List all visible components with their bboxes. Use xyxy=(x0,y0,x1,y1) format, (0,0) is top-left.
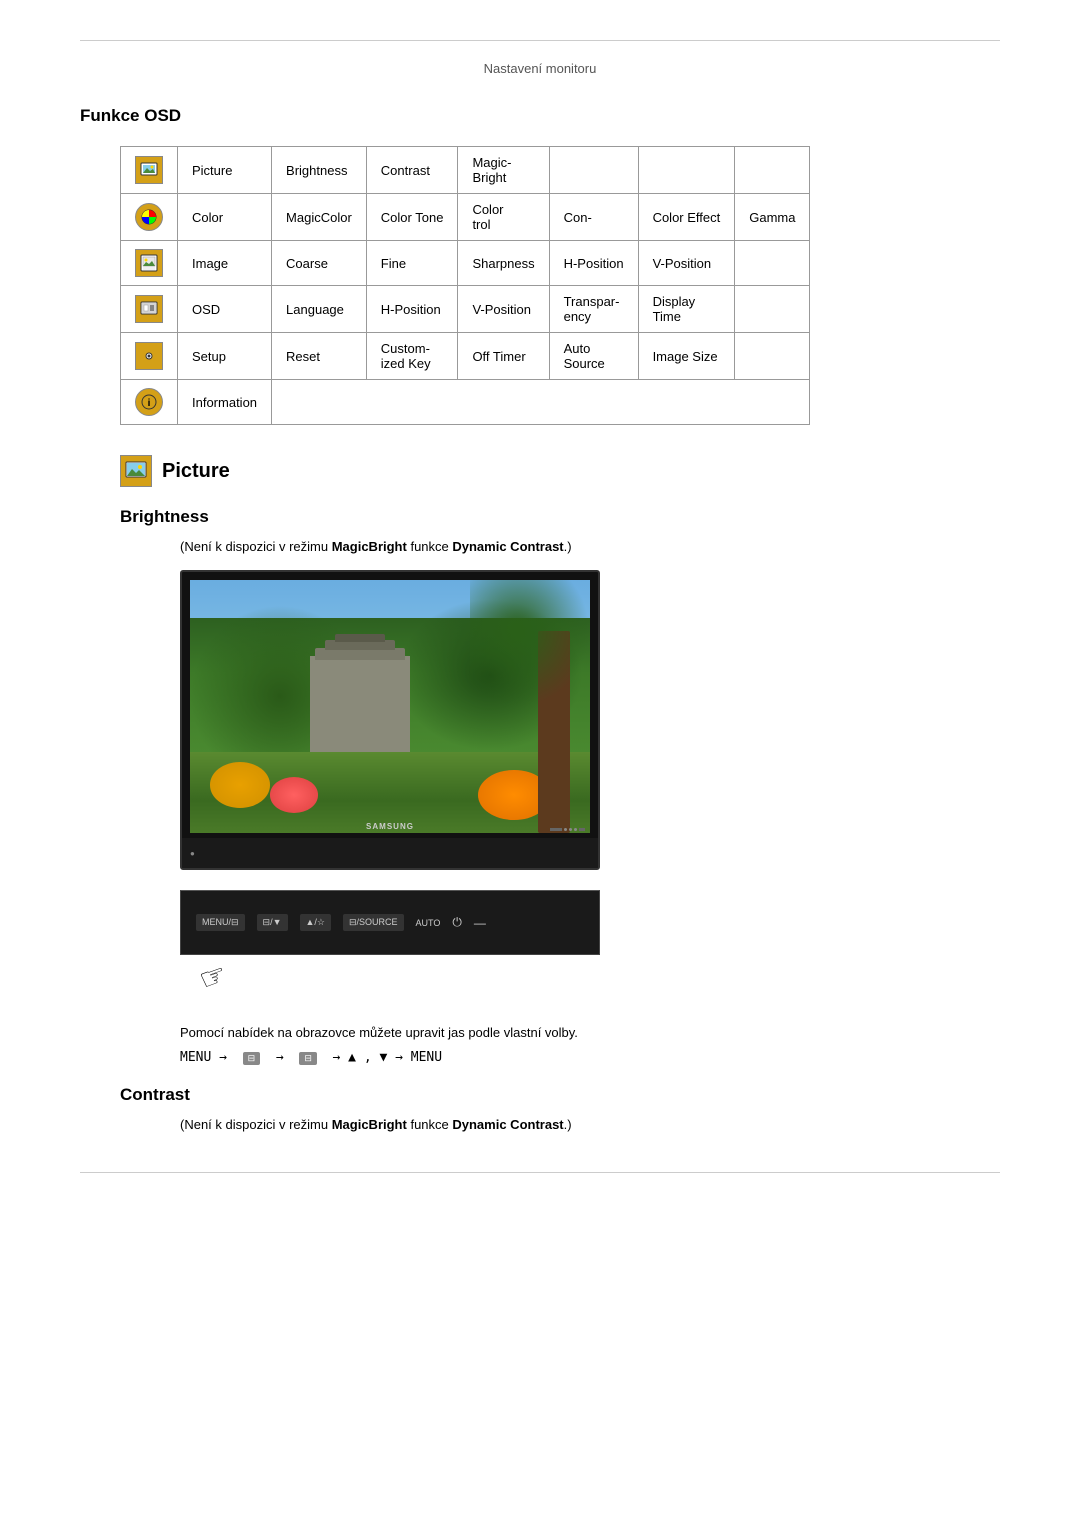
menu-enter-btn: MENU/⊟ xyxy=(196,914,245,931)
table-row: Picture Brightness Contrast Magic-Bright xyxy=(121,147,810,194)
magic-color-item: MagicColor xyxy=(272,194,367,241)
btn-source: ⊟/SOURCE xyxy=(343,914,404,931)
image-size-item: Image Size xyxy=(638,333,735,380)
picture-section-heading: Picture xyxy=(120,455,1000,487)
osd-icon xyxy=(135,295,163,323)
contrast-note: (Není k dispozici v režimu MagicBright f… xyxy=(180,1117,1000,1132)
table-row: Setup Reset Custom-ized Key Off Timer Au… xyxy=(121,333,810,380)
color-icon xyxy=(135,203,163,231)
reset-item: Reset xyxy=(272,333,367,380)
svg-text:i: i xyxy=(148,398,151,409)
magic-bright-bold: MagicBright xyxy=(332,539,407,554)
btn-down: ⊟/▼ xyxy=(257,914,288,931)
control-buttons-panel: MENU/⊟ ⊟/▼ ▲/☆ ⊟/SOURCE AUTO ⏻ — ☞ xyxy=(180,890,1000,1005)
osd-v-position-item: V-Position xyxy=(458,286,549,333)
monitor-image: SAMSUNG ● xyxy=(180,570,1000,870)
table-row: Color MagicColor Color Tone Colortrol Co… xyxy=(121,194,810,241)
power-btn: ⏻ xyxy=(452,915,462,930)
color-control-item: Colortrol xyxy=(458,194,549,241)
picture-icon xyxy=(135,156,163,184)
cursor-hand: ☞ xyxy=(195,956,232,998)
gamma-item: Gamma xyxy=(735,194,810,241)
table-row: Image Coarse Fine Sharpness H-Position V… xyxy=(121,241,810,286)
contrast-magic-bright-bold: MagicBright xyxy=(332,1117,407,1132)
osd-table: Picture Brightness Contrast Magic-Bright xyxy=(120,146,810,425)
picture-section-icon xyxy=(120,455,152,487)
sharpness-item: Sharpness xyxy=(458,241,549,286)
display-time-item: DisplayTime xyxy=(638,286,735,333)
osd-label: OSD xyxy=(178,286,272,333)
information-icon: i xyxy=(135,388,163,416)
picture-label: Picture xyxy=(178,147,272,194)
setup-icon xyxy=(135,342,163,370)
brightness-title: Brightness xyxy=(120,507,1000,527)
custom-key-item: Custom-ized Key xyxy=(366,333,458,380)
magic-bright-item: Magic-Bright xyxy=(458,147,549,194)
contrast-item: Contrast xyxy=(366,147,458,194)
coarse-item: Coarse xyxy=(272,241,367,286)
image-label: Image xyxy=(178,241,272,286)
table-row: OSD Language H-Position V-Position Trans… xyxy=(121,286,810,333)
dynamic-contrast-bold: Dynamic Contrast xyxy=(452,539,563,554)
transparency-item: Transpar-ency xyxy=(549,286,638,333)
table-row: i Information xyxy=(121,380,810,425)
page-title: Nastavení monitoru xyxy=(80,61,1000,76)
setup-label: Setup xyxy=(178,333,272,380)
con-item: Con- xyxy=(549,194,638,241)
h-position-item: H-Position xyxy=(549,241,638,286)
contrast-title: Contrast xyxy=(120,1085,1000,1105)
osd-section-title: Funkce OSD xyxy=(80,106,1000,126)
image-icon xyxy=(135,249,163,277)
osd-h-position-item: H-Position xyxy=(366,286,458,333)
picture-heading-text: Picture xyxy=(162,460,230,483)
menu-path-brightness: MENU → ⊟ → ⊟ → ▲ , ▼ → MENU xyxy=(180,1050,1000,1065)
auto-source-item: AutoSource xyxy=(549,333,638,380)
auto-label: AUTO xyxy=(416,918,441,928)
off-timer-item: Off Timer xyxy=(458,333,549,380)
btn-up: ▲/☆ xyxy=(300,914,331,931)
contrast-dynamic-contrast-bold: Dynamic Contrast xyxy=(452,1117,563,1132)
fine-item: Fine xyxy=(366,241,458,286)
information-label: Information xyxy=(178,380,272,425)
minus-btn: — xyxy=(474,916,486,930)
language-item: Language xyxy=(272,286,367,333)
color-effect-item: Color Effect xyxy=(638,194,735,241)
color-label: Color xyxy=(178,194,272,241)
brightness-item: Brightness xyxy=(272,147,367,194)
color-tone-item: Color Tone xyxy=(366,194,458,241)
v-position-item: V-Position xyxy=(638,241,735,286)
brightness-note: (Není k dispozici v režimu MagicBright f… xyxy=(180,539,1000,554)
brightness-description: Pomocí nabídek na obrazovce můžete uprav… xyxy=(180,1025,1000,1040)
